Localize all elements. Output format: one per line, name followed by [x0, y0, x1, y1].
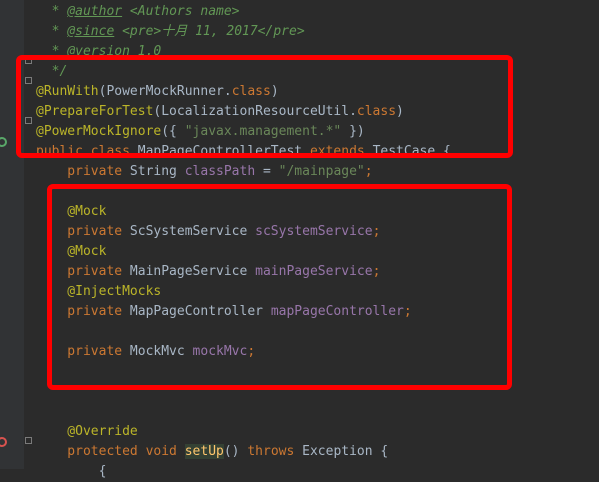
code-token: ;: [247, 344, 256, 359]
code-line[interactable]: {: [36, 462, 107, 482]
code-token: (LocalizationResourceUtil.: [153, 104, 357, 119]
code-token: "/mainpage": [278, 164, 365, 179]
code-token: throws: [247, 444, 303, 459]
code-token: *: [36, 24, 68, 39]
code-token: class: [356, 104, 397, 119]
code-token: extends: [309, 144, 373, 159]
code-token: mainPageService: [255, 264, 373, 279]
code-token: private: [36, 224, 130, 239]
code-line[interactable]: @PowerMockIgnore({ "javax.management.*" …: [36, 122, 365, 142]
code-token: (): [223, 444, 248, 459]
code-token: MapPageControllerTest: [137, 144, 310, 159]
code-token: =: [255, 164, 279, 179]
code-token: ): [270, 84, 279, 99]
code-token: MainPageService: [129, 264, 256, 279]
code-token: private: [36, 344, 130, 359]
code-token: classPath: [184, 164, 256, 179]
code-line[interactable]: @Mock: [36, 202, 106, 222]
code-token: <Authors name>: [122, 4, 240, 19]
code-token: MockMvc: [129, 344, 193, 359]
code-token: @Mock: [36, 204, 107, 219]
code-token: <pre>十月 11, 2017</pre>: [114, 24, 305, 39]
code-token: @since: [67, 24, 115, 39]
code-token: private: [36, 304, 130, 319]
code-token: @Mock: [36, 244, 107, 259]
code-token: Exception {: [302, 444, 389, 459]
code-line[interactable]: private MainPageService mainPageService;: [36, 262, 380, 282]
code-token: (PowerMockRunner.: [98, 84, 232, 99]
code-token: {: [36, 464, 107, 479]
code-line[interactable]: */: [36, 62, 68, 82]
code-line[interactable]: @RunWith(PowerMockRunner.class): [36, 82, 279, 102]
code-area[interactable]: * @author <Authors name> * @since <pre>十…: [0, 0, 599, 479]
code-token: public class: [36, 144, 138, 159]
code-token: MapPageController: [129, 304, 271, 319]
code-token: protected void: [36, 444, 185, 459]
code-token: mapPageController: [270, 304, 404, 319]
code-line[interactable]: * @since <pre>十月 11, 2017</pre>: [36, 22, 305, 42]
code-line[interactable]: * @version 1.0: [36, 42, 162, 62]
code-token: @Override: [36, 424, 138, 439]
code-token: }): [341, 124, 365, 139]
code-token: String: [129, 164, 185, 179]
code-line[interactable]: @Override: [36, 422, 138, 442]
code-line[interactable]: private MapPageController mapPageControl…: [36, 302, 412, 322]
code-line[interactable]: private String classPath = "/mainpage";: [36, 162, 373, 182]
code-token: */: [36, 64, 68, 79]
code-token: "javax.management.*": [184, 124, 342, 139]
code-token: ;: [364, 164, 373, 179]
code-token: @version: [67, 44, 130, 59]
code-token: @InjectMocks: [36, 284, 162, 299]
code-token: @author: [67, 4, 123, 19]
code-token: class: [231, 84, 271, 99]
code-line[interactable]: @InjectMocks: [36, 282, 161, 302]
code-token: *: [36, 44, 68, 59]
code-token: @RunWith: [36, 84, 99, 99]
code-line[interactable]: * @author <Authors name>: [36, 2, 240, 22]
code-line[interactable]: private MockMvc mockMvc;: [36, 342, 255, 362]
code-token: ;: [403, 304, 412, 319]
code-token: ): [396, 104, 404, 119]
code-line[interactable]: private ScSystemService scSystemService;: [36, 222, 380, 242]
code-token: 1.0: [129, 44, 162, 59]
code-token: setUp: [184, 444, 224, 459]
code-token: ;: [372, 264, 381, 279]
code-token: @PrepareForTest: [36, 104, 154, 119]
code-token: ScSystemService: [129, 224, 256, 239]
code-token: ;: [372, 224, 381, 239]
code-token: TestCase {: [372, 144, 451, 159]
code-token: scSystemService: [255, 224, 373, 239]
code-token: private: [36, 164, 130, 179]
code-token: *: [36, 4, 68, 19]
code-token: mockMvc: [192, 344, 248, 359]
code-line[interactable]: @Mock: [36, 242, 106, 262]
code-token: ({: [161, 124, 185, 139]
code-line[interactable]: @PrepareForTest(LocalizationResourceUtil…: [36, 102, 404, 122]
code-line[interactable]: protected void setUp() throws Exception …: [36, 442, 388, 462]
code-editor[interactable]: * @author <Authors name> * @since <pre>十…: [0, 0, 599, 479]
code-token: private: [36, 264, 130, 279]
code-token: @PowerMockIgnore: [36, 124, 162, 139]
code-line[interactable]: public class MapPageControllerTest exten…: [36, 142, 451, 162]
